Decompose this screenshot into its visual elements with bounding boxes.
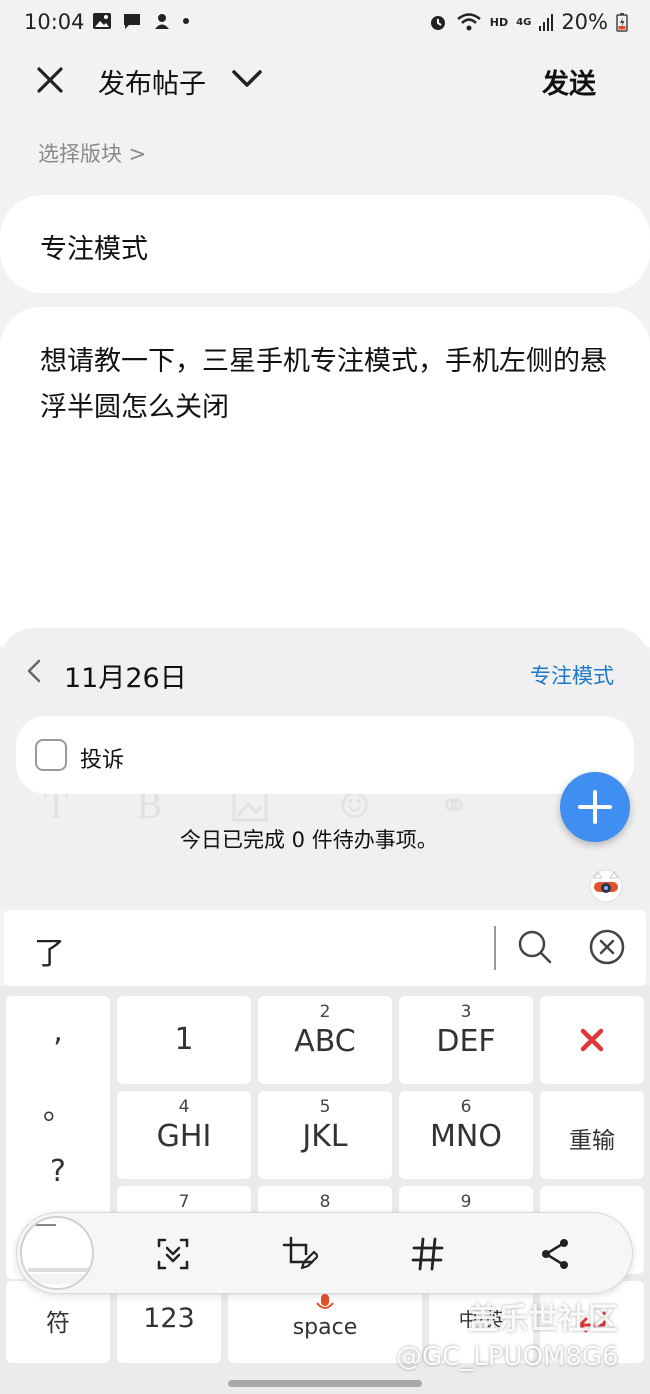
todo-date: 11月26日 <box>64 663 187 694</box>
todo-summary: 今日已完成 0 件待办事项。 <box>180 828 438 852</box>
network-indicator: 4G <box>516 16 532 28</box>
app-bar: 发布帖子 发送 <box>0 50 650 114</box>
search-icon[interactable] <box>516 928 554 966</box>
focus-mode-link[interactable]: 专注模式 <box>530 660 614 690</box>
key-4-ghi[interactable]: 4 GHI <box>117 1091 251 1179</box>
key-2-abc[interactable]: 2 ABC <box>258 996 392 1084</box>
send-button[interactable]: 发送 <box>542 62 596 101</box>
post-body-text: 想请教一下，三星手机专注模式，手机左侧的悬浮半圆怎么关闭 <box>40 346 607 423</box>
punct-question[interactable]: ? <box>6 1154 110 1189</box>
signal-icon <box>539 14 554 31</box>
post-title-field[interactable]: 专注模式 <box>0 195 650 293</box>
close-icon[interactable] <box>32 62 68 98</box>
status-time: 10:04 <box>24 10 85 34</box>
scroll-capture-icon[interactable] <box>155 1236 191 1272</box>
add-todo-button[interactable] <box>560 772 630 842</box>
message-icon <box>124 14 140 29</box>
ime-candidate-bar: 了 <box>4 910 646 986</box>
bixby-assistant-icon[interactable] <box>588 868 624 904</box>
hashtag-icon[interactable] <box>410 1236 446 1272</box>
battery-charging-icon <box>616 13 628 32</box>
punct-period[interactable]: 。 <box>6 1084 110 1128</box>
alarm-icon <box>430 16 445 30</box>
punct-comma[interactable]: , <box>6 1014 110 1049</box>
keyboard-top-strip <box>0 862 650 908</box>
todo-item-label: 投诉 <box>80 748 125 773</box>
close-circle-icon[interactable] <box>588 928 626 966</box>
more-notifications-icon <box>183 18 189 24</box>
battery-percent: 20% <box>561 10 608 34</box>
todo-checkbox[interactable] <box>35 739 67 771</box>
plus-icon <box>578 790 612 824</box>
delete-key[interactable] <box>540 996 644 1084</box>
post-title-text: 专注模式 <box>40 234 148 265</box>
post-body-field[interactable]: 想请教一下，三星手机专注模式，手机左侧的悬浮半圆怎么关闭 <box>0 307 650 647</box>
hd-indicator: HD <box>489 15 509 29</box>
delete-icon <box>580 1028 604 1052</box>
chevron-down-icon[interactable] <box>230 64 264 94</box>
user-watermark: @GC_LPUOM8G6 <box>396 1342 619 1372</box>
screenshot-thumbnail[interactable] <box>20 1216 94 1290</box>
board-selector[interactable]: 选择版块 > <box>38 138 146 168</box>
wifi-icon <box>457 13 481 31</box>
key-6-mno[interactable]: 6 MNO <box>399 1091 533 1179</box>
microphone-icon <box>316 1294 334 1309</box>
candidate-divider <box>494 926 496 970</box>
todo-item[interactable]: 投诉 <box>16 716 634 794</box>
app-notification-icon <box>155 14 169 29</box>
ime-candidate[interactable]: 了 <box>34 928 65 973</box>
share-icon[interactable] <box>537 1236 573 1272</box>
key-1[interactable]: 1 <box>117 996 251 1084</box>
key-3-def[interactable]: 3 DEF <box>399 996 533 1084</box>
page-title: 发布帖子 <box>98 69 206 100</box>
status-bar: 10:04 HD 4G 20% <box>0 0 650 48</box>
community-watermark: 盖乐世社区 <box>468 1302 618 1337</box>
gallery-icon <box>93 13 111 29</box>
chevron-left-icon[interactable] <box>24 658 44 684</box>
todo-panel: 11月26日 专注模式 T B ☺ ⚭ 投诉 今日已完成 0 件待办事项。 <box>0 628 650 863</box>
key-5-jkl[interactable]: 5 JKL <box>258 1091 392 1179</box>
crop-edit-icon[interactable] <box>282 1236 318 1272</box>
home-indicator[interactable] <box>228 1380 422 1387</box>
retype-key[interactable]: 重输 <box>540 1091 644 1179</box>
